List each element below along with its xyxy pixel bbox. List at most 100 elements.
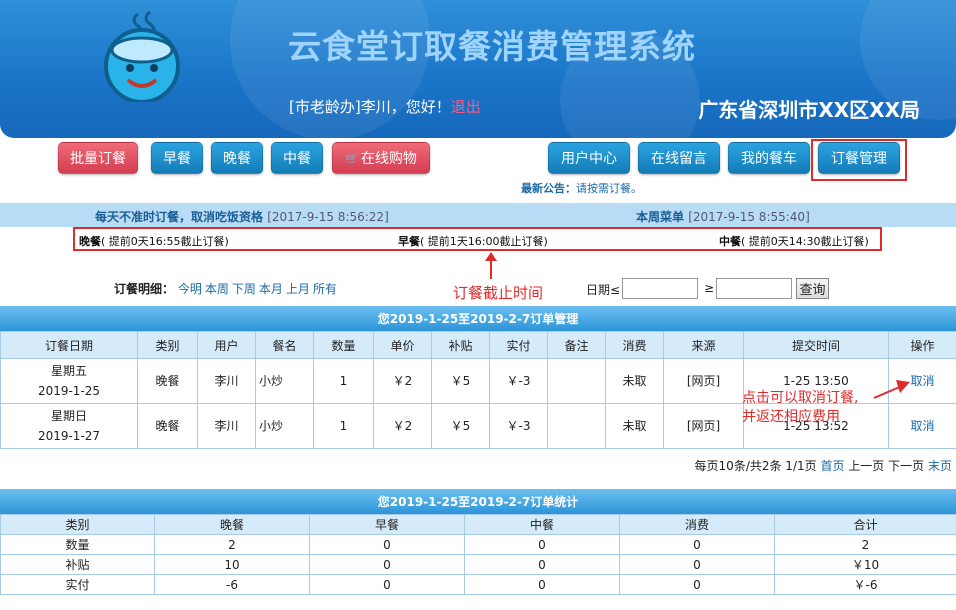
stat-cell: 补贴 xyxy=(0,554,155,575)
order-date-cell: 星期日 2019-1-27 xyxy=(0,403,138,449)
order-weekday: 星期五 xyxy=(50,364,87,378)
order-price: ￥2 xyxy=(373,403,432,449)
date-to-input[interactable] xyxy=(622,278,698,299)
notice-text[interactable]: 请按需订餐。 xyxy=(576,182,642,195)
filter-label: 订餐明细： xyxy=(114,282,175,296)
stat-cell: 0 xyxy=(619,554,775,575)
order-dish: 小炒 xyxy=(255,358,314,404)
order-consume: 未取 xyxy=(605,403,664,449)
order-date: 2019-1-27 xyxy=(37,429,101,443)
bowl-logo-icon xyxy=(104,10,180,102)
pager-info: 每页10条/共2条 1/1页 xyxy=(694,459,817,473)
stat-cell: 0 xyxy=(309,574,465,595)
message-board-button[interactable]: 在线留言 xyxy=(638,142,720,174)
col-header: 餐名 xyxy=(255,331,314,359)
order-qty: 1 xyxy=(313,403,374,449)
deadline-lunch: 中餐( 提前0天14:30截止订餐) xyxy=(719,233,869,249)
order-source: [网页] xyxy=(663,358,744,404)
order-weekday: 星期日 xyxy=(50,409,87,423)
stat-cell: 0 xyxy=(464,534,620,555)
my-cart-button[interactable]: 我的餐车 xyxy=(728,142,810,174)
date-from-input[interactable] xyxy=(716,278,792,299)
query-button[interactable]: 查询 xyxy=(796,278,829,299)
order-paid: ￥-3 xyxy=(489,358,548,404)
col-header: 类别 xyxy=(137,331,198,359)
order-date: 2019-1-25 xyxy=(37,384,101,398)
greeting-text: [市老龄办]李川，您好！ xyxy=(289,98,451,116)
col-header: 提交时间 xyxy=(743,331,889,359)
stats-table: 类别 晚餐 早餐 中餐 消费 合计 数量 2 0 0 0 2 补贴 10 0 0… xyxy=(0,514,956,595)
filter-this-month[interactable]: 本月 xyxy=(259,282,283,296)
info-left[interactable]: 每天不准时订餐，取消吃饭资格 [2017-9-15 8:56:22] xyxy=(95,208,389,225)
stat-cell: 实付 xyxy=(0,574,155,595)
deadline-meal: 早餐 xyxy=(398,235,420,248)
filter-today-tomorrow[interactable]: 今明 xyxy=(178,282,202,296)
deadline-annotation: 订餐截止时间 xyxy=(453,284,544,302)
cancel-annotation: 点击可以取消订餐, 并返还相应费用 xyxy=(742,389,858,427)
pager: 每页10条/共2条 1/1页 首页 上一页 下一页 末页 xyxy=(695,457,952,474)
stat-cell: 0 xyxy=(309,554,465,575)
order-subsidy: ￥5 xyxy=(431,403,490,449)
cancel-order-link[interactable]: 取消 xyxy=(910,419,934,433)
info-right[interactable]: 本周菜单 [2017-9-15 8:55:40] xyxy=(636,208,810,225)
online-shopping-button[interactable]: 🛒 在线购物 xyxy=(332,142,430,174)
table-row: 实付 -6 0 0 0 ￥-6 xyxy=(0,574,956,595)
order-date-cell: 星期五 2019-1-25 xyxy=(0,358,138,404)
col-header: 操作 xyxy=(888,331,956,359)
order-qty: 1 xyxy=(313,358,374,404)
deadline-text: ( 提前1天16:00截止订餐) xyxy=(420,235,548,248)
table-row: 补贴 10 0 0 0 ￥10 xyxy=(0,554,956,575)
user-center-button[interactable]: 用户中心 xyxy=(548,142,630,174)
table-row: 数量 2 0 0 0 2 xyxy=(0,534,956,555)
info-left-label: 每天不准时订餐，取消吃饭资格 xyxy=(95,210,264,224)
col-header: 消费 xyxy=(605,331,664,359)
info-right-time: [2017-9-15 8:55:40] xyxy=(688,210,810,224)
logout-link[interactable]: 退出 xyxy=(451,98,481,116)
col-header: 实付 xyxy=(489,331,548,359)
order-consume: 未取 xyxy=(605,358,664,404)
deadline-text: ( 提前0天14:30截止订餐) xyxy=(741,235,869,248)
col-header: 类别 xyxy=(0,514,155,535)
deadline-breakfast: 早餐( 提前1天16:00截止订餐) xyxy=(398,233,548,249)
pager-next: 下一页 xyxy=(888,459,925,473)
stat-cell: 0 xyxy=(619,574,775,595)
cart-icon: 🛒 xyxy=(345,151,359,165)
col-header: 订餐日期 xyxy=(0,331,138,359)
highlight-box-order-management xyxy=(811,139,907,181)
order-subsidy: ￥5 xyxy=(431,358,490,404)
greeting: [市老龄办]李川，您好！退出 xyxy=(289,96,481,117)
order-action-cell: 取消 xyxy=(888,403,956,449)
filter-this-week[interactable]: 本周 xyxy=(205,282,229,296)
date-ge-label: ≥ xyxy=(704,281,715,295)
stats-table-title: 您2019-1-25至2019-2-7订单统计 xyxy=(0,489,956,514)
lunch-button[interactable]: 中餐 xyxy=(271,142,323,174)
header-banner: 云食堂订取餐消费管理系统 [市老龄办]李川，您好！退出 广东省深圳市XX区XX局 xyxy=(0,0,956,138)
col-header: 晚餐 xyxy=(154,514,310,535)
col-header: 早餐 xyxy=(309,514,465,535)
deadline-text: ( 提前0天16:55截止订餐) xyxy=(101,235,229,248)
pager-last[interactable]: 末页 xyxy=(928,459,952,473)
order-user: 李川 xyxy=(197,403,256,449)
breakfast-button[interactable]: 早餐 xyxy=(151,142,203,174)
date-label: 日期≤ xyxy=(586,283,621,297)
notice: 最新公告：请按需订餐。 xyxy=(521,180,642,196)
dinner-button[interactable]: 晚餐 xyxy=(211,142,263,174)
stat-cell: 2 xyxy=(774,534,956,555)
col-header: 备注 xyxy=(547,331,606,359)
col-header: 来源 xyxy=(663,331,744,359)
stat-cell: 2 xyxy=(154,534,310,555)
filter-all[interactable]: 所有 xyxy=(313,282,337,296)
filter-next-week[interactable]: 下周 xyxy=(232,282,256,296)
stat-cell: -6 xyxy=(154,574,310,595)
stat-cell: 0 xyxy=(464,554,620,575)
info-left-time: [2017-9-15 8:56:22] xyxy=(267,210,389,224)
annotation-arrow-up-icon xyxy=(485,252,497,279)
col-header: 数量 xyxy=(313,331,374,359)
stat-cell: 0 xyxy=(309,534,465,555)
deadline-dinner: 晚餐( 提前0天16:55截止订餐) xyxy=(79,233,229,249)
filter-last-month[interactable]: 上月 xyxy=(286,282,310,296)
cancel-note-line: 点击可以取消订餐, xyxy=(742,390,859,406)
batch-order-button[interactable]: 批量订餐 xyxy=(58,142,138,174)
pager-first[interactable]: 首页 xyxy=(820,459,844,473)
cancel-order-link[interactable]: 取消 xyxy=(910,374,934,388)
